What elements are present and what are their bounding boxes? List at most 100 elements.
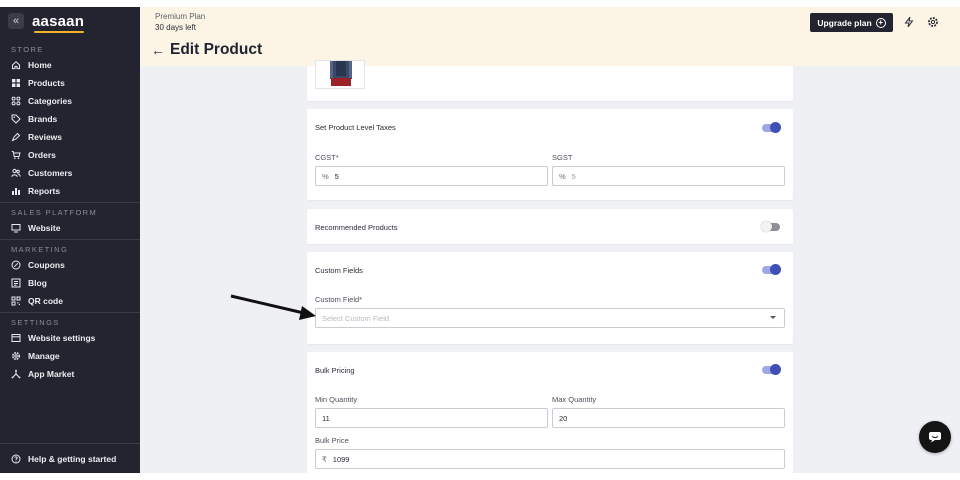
sgst-input[interactable]: % 5 xyxy=(552,166,785,186)
app-window: « aasaan STORE Home Products Categories … xyxy=(0,7,960,473)
custom-field-placeholder: Select Custom Field xyxy=(322,313,390,323)
sidebar-item-orders[interactable]: Orders xyxy=(0,146,140,164)
bulk-pricing-toggle[interactable] xyxy=(762,364,781,375)
sidebar-item-customers[interactable]: Customers xyxy=(0,164,140,182)
sidebar-item-website[interactable]: Website xyxy=(0,219,140,237)
divider xyxy=(0,202,140,203)
collapse-sidebar-button[interactable]: « xyxy=(8,13,24,29)
plan-name: Premium Plan xyxy=(155,12,206,21)
sidebar-item-label: Reports xyxy=(28,186,61,196)
sidebar-item-manage[interactable]: Manage xyxy=(0,347,140,365)
monitor-icon xyxy=(11,223,21,233)
sidebar-item-label: Website xyxy=(28,223,61,233)
plus-circle-icon: + xyxy=(875,17,886,28)
max-quantity-value: 20 xyxy=(559,413,568,423)
percent-prefix: % xyxy=(559,171,566,181)
coupon-icon xyxy=(11,260,21,270)
brand-logo[interactable]: aasaan xyxy=(32,12,85,33)
percent-prefix: % xyxy=(322,171,329,181)
sgst-label: SGST xyxy=(552,153,573,162)
settings-gear-icon[interactable] xyxy=(927,16,939,28)
categories-icon xyxy=(11,96,21,106)
toggle-knob xyxy=(770,122,781,133)
section-title-sales-platform: SALES PLATFORM xyxy=(11,208,98,217)
bulk-price-value: 1099 xyxy=(332,454,350,464)
toggle-knob xyxy=(761,221,772,232)
chat-support-button[interactable] xyxy=(919,421,951,453)
section-title-store: STORE xyxy=(11,45,44,54)
help-link[interactable]: Help & getting started xyxy=(0,443,140,473)
divider xyxy=(0,312,140,313)
page-title: Edit Product xyxy=(170,41,263,58)
custom-fields-toggle[interactable] xyxy=(762,264,781,275)
app-market-icon xyxy=(11,369,21,379)
custom-field-label: Custom Field* xyxy=(315,295,363,304)
sidebar-item-label: QR code xyxy=(28,296,63,306)
recommended-title: Recommended Products xyxy=(315,223,398,232)
bulk-pricing-card: Bulk Pricing Min Quantity 11 Max Quantit… xyxy=(307,352,793,473)
sidebar-item-brands[interactable]: Brands xyxy=(0,110,140,128)
gear-icon xyxy=(11,351,21,361)
sidebar-item-label: Orders xyxy=(28,150,56,160)
min-quantity-label: Min Quantity xyxy=(315,395,358,404)
logo-row: « aasaan xyxy=(0,7,140,35)
product-thumbnail[interactable] xyxy=(315,60,365,89)
toggle-knob xyxy=(770,264,781,275)
help-label: Help & getting started xyxy=(28,453,117,464)
sidebar-item-website-settings[interactable]: Website settings xyxy=(0,329,140,347)
plan-days-left: 30 days left xyxy=(155,23,196,32)
max-quantity-input[interactable]: 20 xyxy=(552,408,785,428)
recommended-products-card: Recommended Products xyxy=(307,209,793,244)
page-header: ← Edit Product xyxy=(151,41,262,59)
upgrade-plan-button[interactable]: Upgrade plan + xyxy=(810,13,893,32)
qr-code-icon xyxy=(11,296,21,306)
sidebar: « aasaan STORE Home Products Categories … xyxy=(0,7,140,473)
sidebar-item-coupons[interactable]: Coupons xyxy=(0,256,140,274)
products-grid-icon xyxy=(11,78,21,88)
divider xyxy=(0,239,140,240)
sidebar-item-label: Reviews xyxy=(28,132,63,142)
cgst-value: 5 xyxy=(334,171,339,181)
cgst-label: CGST* xyxy=(315,153,339,162)
bulk-price-input[interactable]: ₹ 1099 xyxy=(315,449,785,469)
max-quantity-label: Max Quantity xyxy=(552,395,597,404)
custom-field-select[interactable]: Select Custom Field xyxy=(315,308,785,328)
sidebar-item-label: Categories xyxy=(28,96,72,106)
sidebar-item-reports[interactable]: Reports xyxy=(0,182,140,200)
section-title-marketing: MARKETING xyxy=(11,245,69,254)
taxes-toggle[interactable] xyxy=(762,122,781,133)
topbar: Premium Plan 30 days left Upgrade plan +… xyxy=(140,7,960,66)
min-quantity-input[interactable]: 11 xyxy=(315,408,548,428)
sidebar-item-label: Home xyxy=(28,60,52,70)
website-settings-icon xyxy=(11,333,21,343)
taxes-title: Set Product Level Taxes xyxy=(315,123,396,132)
help-icon xyxy=(11,454,21,464)
chat-icon xyxy=(929,432,941,443)
cgst-input[interactable]: % 5 xyxy=(315,166,548,186)
back-arrow-icon[interactable]: ← xyxy=(151,42,165,58)
custom-fields-card: Custom Fields Custom Field* Select Custo… xyxy=(307,252,793,344)
sidebar-item-home[interactable]: Home xyxy=(0,56,140,74)
recommended-toggle[interactable] xyxy=(761,221,780,232)
sidebar-item-reviews[interactable]: Reviews xyxy=(0,128,140,146)
blog-icon xyxy=(11,278,21,288)
sidebar-item-label: Brands xyxy=(28,114,58,124)
toggle-knob xyxy=(770,364,781,375)
sidebar-item-label: App Market xyxy=(28,369,75,379)
bulk-price-label: Bulk Price xyxy=(315,436,349,445)
brand-logo-text: aasaan xyxy=(32,12,85,30)
sidebar-item-blog[interactable]: Blog xyxy=(0,274,140,292)
sidebar-item-products[interactable]: Products xyxy=(0,74,140,92)
sidebar-item-categories[interactable]: Categories xyxy=(0,92,140,110)
custom-fields-title: Custom Fields xyxy=(315,266,363,275)
sidebar-item-qr-code[interactable]: QR code xyxy=(0,292,140,310)
product-taxes-card: Set Product Level Taxes CGST* % 5 SGST %… xyxy=(307,109,793,200)
sidebar-item-label: Products xyxy=(28,78,65,88)
sgst-value: 5 xyxy=(571,171,576,181)
sidebar-item-label: Customers xyxy=(28,168,73,178)
tag-icon xyxy=(11,114,21,124)
sidebar-item-app-market[interactable]: App Market xyxy=(0,365,140,383)
bulk-pricing-title: Bulk Pricing xyxy=(315,366,355,375)
sidebar-item-label: Manage xyxy=(28,351,60,361)
lightning-icon[interactable] xyxy=(903,16,915,28)
